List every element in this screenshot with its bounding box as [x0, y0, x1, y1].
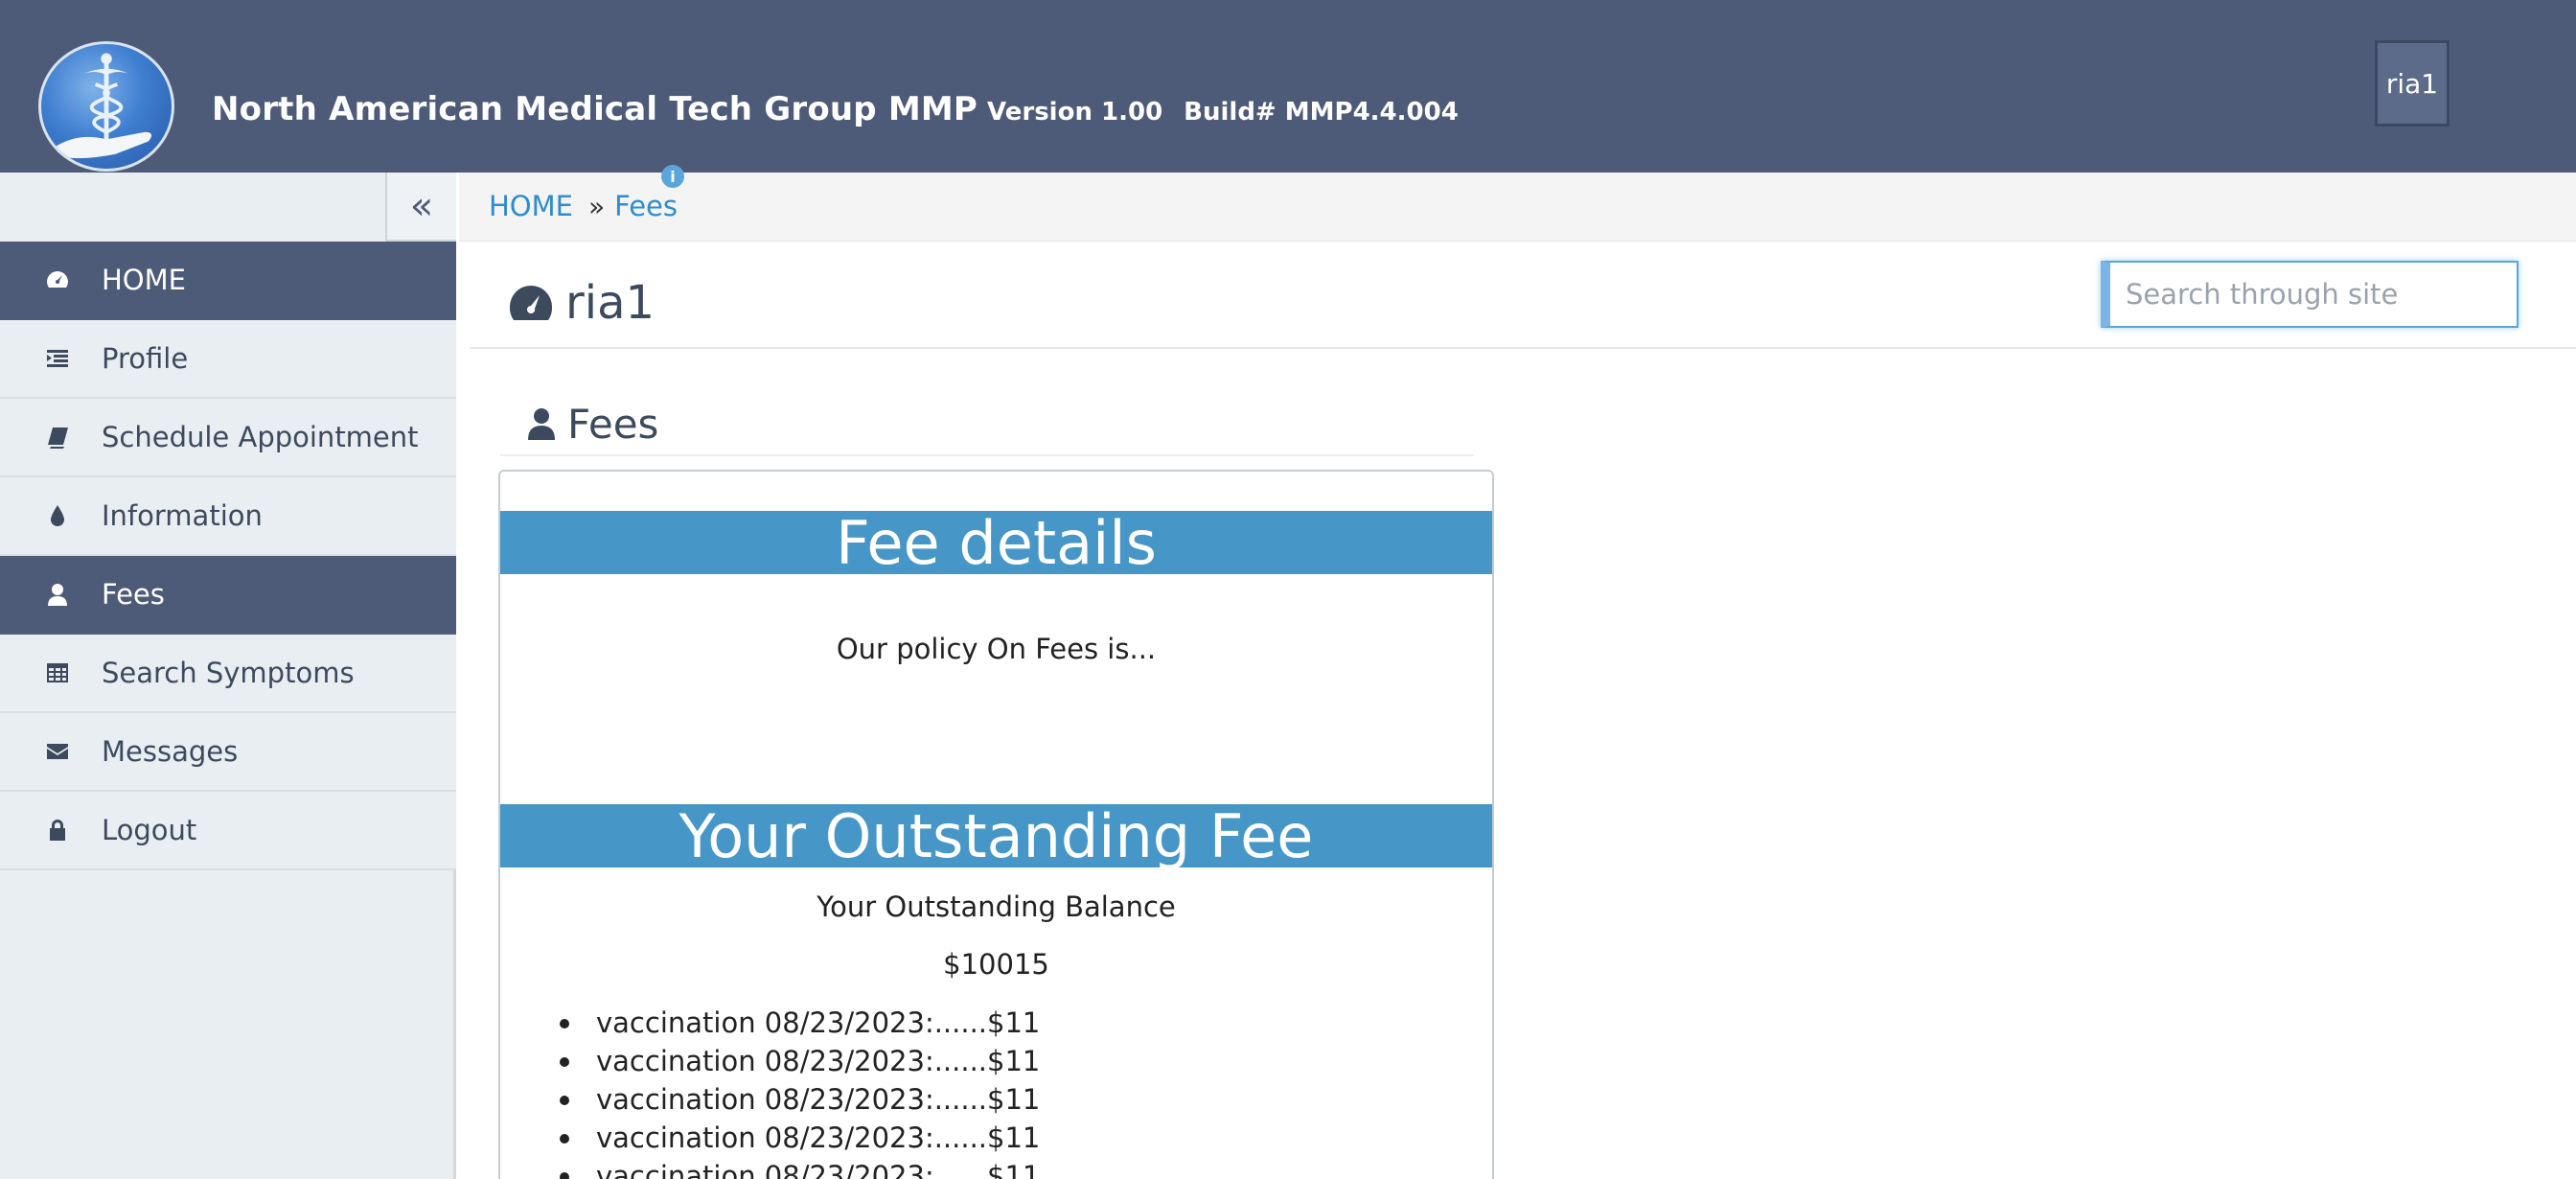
fee-items-list: vaccination 08/23/2023:......$11 vaccina…: [559, 1004, 1040, 1179]
breadcrumb-bar: HOME » Fees i: [459, 165, 2576, 242]
sidebar-item-information[interactable]: Information: [0, 477, 456, 556]
breadcrumb-separator: »: [587, 190, 606, 222]
fees-panel: Fee details Our policy On Fees is... You…: [498, 470, 1494, 1179]
sidebar-item-label: Profile: [102, 342, 189, 375]
app-version: Version 1.00: [987, 98, 1163, 127]
user-icon: [44, 581, 71, 608]
list-item: vaccination 08/23/2023:......$11: [559, 1004, 1040, 1042]
list-item: vaccination 08/23/2023:......$11: [559, 1119, 1040, 1157]
sidebar-item-label: Search Symptoms: [102, 657, 355, 689]
app-name: North American Medical Tech Group MMP: [212, 90, 978, 128]
sidebar-item-label: Schedule Appointment: [102, 421, 419, 453]
sidebar-item-logout[interactable]: Logout: [0, 792, 456, 870]
sidebar-collapse-button[interactable]: «: [385, 173, 456, 242]
sidebar-item-messages[interactable]: Messages: [0, 713, 456, 792]
search-input[interactable]: [2101, 261, 2518, 328]
list-item: vaccination 08/23/2023:......$11: [559, 1042, 1040, 1080]
book-icon: [44, 424, 71, 451]
double-chevron-left-icon: «: [409, 184, 434, 228]
dashboard-icon: [44, 266, 71, 293]
sidebar-item-label: HOME: [102, 264, 186, 296]
sidebar-item-label: Messages: [102, 735, 239, 768]
user-menu-button[interactable]: ria1: [2375, 40, 2450, 127]
sidebar-item-profile[interactable]: Profile: [0, 320, 456, 399]
caduceus-logo: [38, 41, 174, 172]
fee-policy-text: Our policy On Fees is...: [836, 633, 1157, 665]
fees-section-title-text: Fees: [567, 400, 659, 448]
table-icon: [44, 659, 71, 686]
sidebar-item-label: Information: [102, 499, 263, 532]
envelope-icon: [44, 738, 71, 765]
sidebar-item-home[interactable]: HOME: [0, 242, 456, 320]
app-brand: North American Medical Tech Group MMP Ve…: [212, 90, 1459, 134]
breadcrumb: HOME » Fees: [489, 190, 678, 222]
fees-section-title: Fees: [500, 393, 1474, 456]
breadcrumb-fees-link[interactable]: Fees: [614, 190, 678, 222]
app-build: Build# MMP4.4.004: [1184, 98, 1459, 127]
user-icon: [528, 408, 555, 440]
fee-details-heading: Fee details: [500, 508, 1492, 578]
lock-icon: [44, 817, 71, 844]
sidebar-item-label: Logout: [102, 814, 197, 846]
outstanding-balance-value: $10015: [943, 948, 1049, 981]
sidebar-item-fees[interactable]: Fees: [0, 556, 456, 635]
breadcrumb-home-link[interactable]: HOME: [489, 190, 573, 222]
sidebar-item-label: Fees: [102, 578, 165, 611]
sidebar: « HOME Profile Schedule Appointment Info…: [0, 173, 456, 1179]
outstanding-balance-label: Your Outstanding Balance: [816, 890, 1176, 923]
sidebar-collapse-strip: «: [0, 173, 456, 242]
drop-icon: [44, 502, 71, 529]
sidebar-item-schedule-appointment[interactable]: Schedule Appointment: [0, 399, 456, 477]
top-header: North American Medical Tech Group MMP Ve…: [0, 0, 2576, 173]
sidebar-item-search-symptoms[interactable]: Search Symptoms: [0, 635, 456, 713]
outstanding-fee-heading: Your Outstanding Fee: [500, 801, 1492, 871]
page-title-text: ria1: [565, 276, 656, 330]
list-item: vaccination 08/23/2023:......$11: [559, 1157, 1040, 1179]
list-item: vaccination 08/23/2023:......$11: [559, 1080, 1040, 1119]
page-header: ria1: [470, 242, 2576, 349]
list-indent-icon: [44, 345, 71, 372]
info-icon[interactable]: i: [661, 165, 684, 188]
page-title: ria1: [508, 276, 655, 330]
sidebar-nav: HOME Profile Schedule Appointment Inform…: [0, 242, 456, 870]
dashboard-icon: [509, 286, 553, 320]
